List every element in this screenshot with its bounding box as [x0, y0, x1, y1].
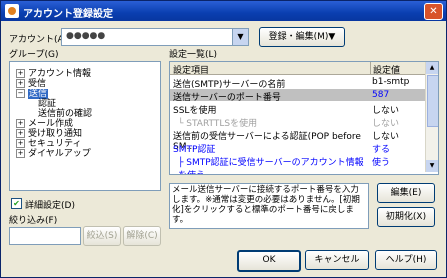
expand-icon[interactable]: +: [16, 149, 25, 158]
detail-checkbox-label: 詳細設定(D): [25, 201, 75, 211]
table-row[interactable]: └ STARTTLSを使用 しない: [170, 115, 432, 129]
tree-item-dialup[interactable]: + ダイヤルアップ: [16, 146, 91, 159]
collapse-icon[interactable]: −: [16, 89, 25, 98]
ok-button[interactable]: OK: [237, 250, 301, 272]
title-bar: アカウント登録設定 ✕: [1, 1, 446, 21]
setting-description: メール送信サーバーに接続するポート番号を入力します。※通常は変更の必要はありませ…: [169, 183, 369, 229]
account-label: アカウント(A): [9, 35, 68, 45]
account-value: ●●●●●: [66, 31, 106, 41]
table-row[interactable]: 送信(SMTP)サーバーの名前 b1-smtp: [170, 76, 432, 90]
account-settings-dialog: アカウント登録設定 ✕ アカウント(A) ●●●●● ▼ 登録・編集(M)▼ グ…: [0, 0, 447, 278]
group-label: グループ(G): [9, 50, 59, 60]
detail-checkbox[interactable]: ✔: [11, 198, 22, 209]
group-tree[interactable]: + アカウント情報 + 受信 − 送信 認証 送信前の確認 + メール作成 + 受け取り通…: [9, 61, 161, 191]
cancel-button[interactable]: キャンセル: [305, 250, 369, 270]
account-select[interactable]: ●●●●● ▼: [61, 28, 249, 46]
filter-input[interactable]: [9, 227, 81, 245]
help-button[interactable]: ヘルプ(H): [375, 250, 437, 270]
edit-button[interactable]: 編集(E): [377, 183, 435, 203]
register-edit-button[interactable]: 登録・編集(M)▼: [259, 27, 345, 47]
chevron-down-icon[interactable]: ▼: [232, 29, 248, 45]
table-row-selected[interactable]: 送信サーバーのポート番号 587: [170, 89, 432, 103]
col-divider[interactable]: [370, 62, 371, 74]
table-row[interactable]: 送信前の受信サーバーによる認証(POP before SM... しない: [170, 128, 432, 152]
col-header-value[interactable]: 設定値: [373, 63, 400, 76]
table-row[interactable]: ├ SMTP認証に受信サーバーのアカウント情報を使う 使う: [170, 154, 432, 174]
settings-table[interactable]: 設定項目 設定値 送信(SMTP)サーバーの名前 b1-smtp 送信サーバーの…: [169, 61, 439, 175]
settings-scrollbar[interactable]: ▲ ▼: [425, 62, 438, 172]
narrow-button[interactable]: 絞込(S): [83, 226, 121, 246]
settings-list-label: 設定一覧(L): [169, 50, 218, 60]
scroll-thumb[interactable]: [427, 75, 438, 127]
scroll-up-icon[interactable]: ▲: [426, 62, 438, 74]
table-row[interactable]: SMTP認証 する: [170, 141, 432, 155]
col-header-item[interactable]: 設定項目: [173, 63, 209, 76]
scroll-down-icon[interactable]: ▼: [426, 160, 438, 172]
window-title: アカウント登録設定: [23, 9, 113, 20]
table-row[interactable]: SSLを使用 しない: [170, 102, 432, 116]
clear-filter-button[interactable]: 解除(C): [123, 226, 161, 246]
settings-table-header: 設定項目 設定値: [170, 62, 426, 76]
reset-button[interactable]: 初期化(X): [377, 207, 435, 227]
filter-label: 絞り込み(F): [9, 216, 58, 226]
close-button[interactable]: ✕: [424, 3, 443, 20]
app-icon: [5, 4, 19, 18]
